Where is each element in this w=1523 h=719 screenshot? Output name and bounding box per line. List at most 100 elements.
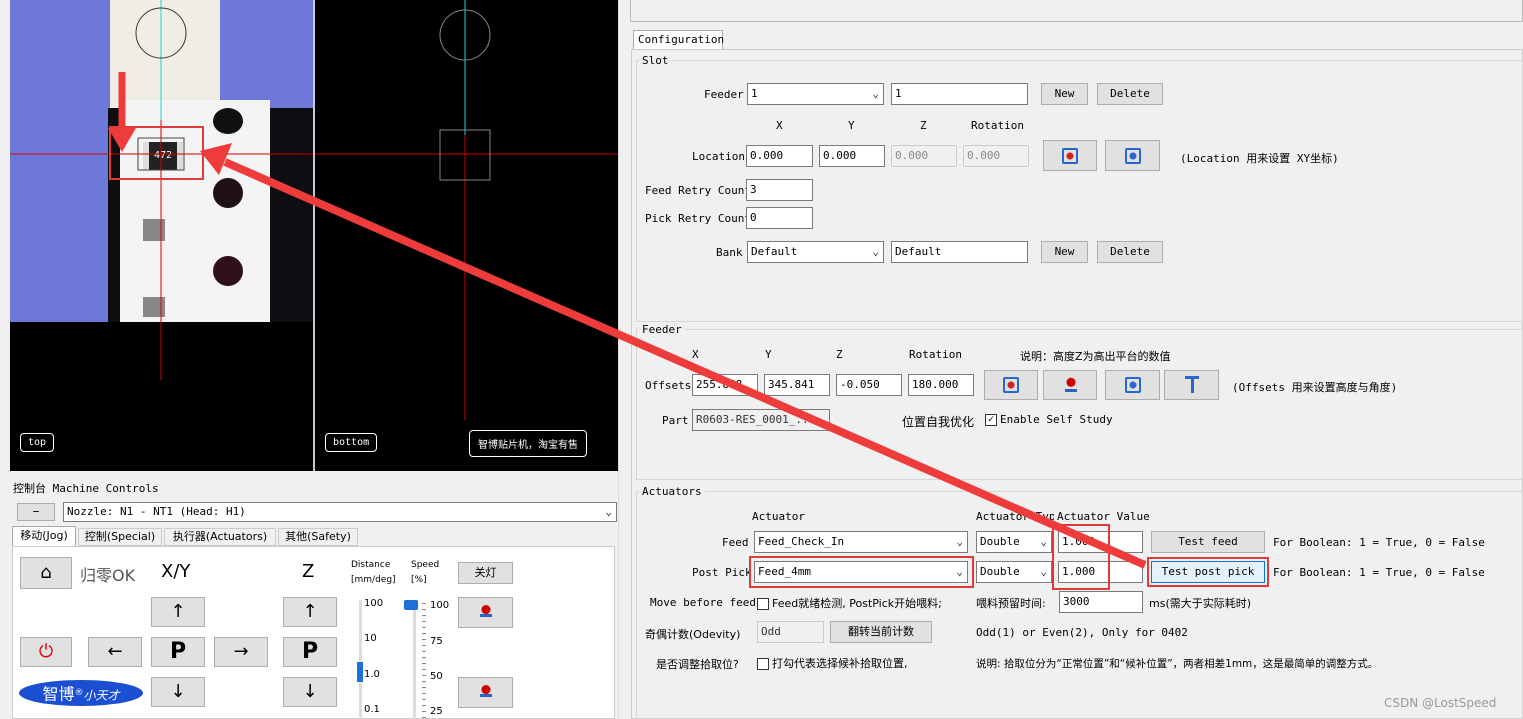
offsets-note: (Offsets 用来设置高度与角度) xyxy=(1232,381,1398,394)
jog-y-plus-button[interactable]: ↑ xyxy=(151,597,205,627)
bank-select[interactable]: Default ⌄ xyxy=(747,241,884,263)
power-button[interactable]: ⏻ xyxy=(20,637,72,667)
jog-z-plus-button[interactable]: ↑ xyxy=(283,597,337,627)
bank-label: Bank xyxy=(716,246,743,259)
speed-tick: 25 xyxy=(430,706,443,717)
tab-actuators[interactable]: 执行器(Actuators) xyxy=(164,528,276,546)
offset-x-input[interactable]: 255.868 xyxy=(692,374,758,396)
jog-y-minus-button[interactable]: ↓ xyxy=(151,677,205,707)
z-label: Z xyxy=(302,561,315,582)
bank-delete-button[interactable]: Delete xyxy=(1097,241,1163,263)
nozzle-select[interactable]: Nozzle: N1 - NT1 (Head: H1) ⌄ xyxy=(63,502,617,522)
camera-move-icon xyxy=(1125,377,1141,393)
camera-target-icon xyxy=(1062,148,1078,164)
tab-configuration[interactable]: Configuration xyxy=(633,30,724,50)
jog-z-minus-button[interactable]: ↓ xyxy=(283,677,337,707)
col-actuator-type: Actuator Type xyxy=(976,510,1054,523)
off-col-y: Y xyxy=(765,348,772,361)
self-opt-label: 位置自我优化 xyxy=(902,415,975,429)
feed-boolean-note: For Boolean: 1 = True, 0 = False xyxy=(1273,536,1485,549)
tab-special[interactable]: 控制(Special) xyxy=(78,528,162,546)
park-z-button[interactable]: P xyxy=(283,637,337,667)
jog-x-plus-button[interactable]: → xyxy=(214,637,268,667)
feeder-delete-button[interactable]: Delete xyxy=(1097,83,1163,105)
top-strip xyxy=(630,0,1523,22)
bank-new-button[interactable]: New xyxy=(1041,241,1088,263)
feed-type-value: Double xyxy=(980,535,1020,548)
machine-controls-title: 控制台 Machine Controls xyxy=(13,482,159,495)
top-camera-view[interactable]: 472 top xyxy=(10,0,313,471)
park-xy-button[interactable]: P xyxy=(151,637,205,667)
adjust-checkbox[interactable]: 打勾代表选择候补拾取位置, xyxy=(757,655,908,671)
actuators-title: Actuators xyxy=(639,485,705,498)
feeder-name-input[interactable]: 1 xyxy=(891,83,1028,105)
flip-count-button[interactable]: 翻转当前计数 xyxy=(830,621,932,643)
capture-offset-camera-button[interactable] xyxy=(984,370,1038,400)
location-note: (Location 用来设置 XY坐标) xyxy=(1180,152,1339,165)
distance-slider-thumb[interactable] xyxy=(357,662,363,682)
arrow-down-icon: ↓ xyxy=(302,681,318,702)
arrow-up-icon: ↑ xyxy=(170,601,186,622)
checkbox-unchecked-icon xyxy=(757,658,769,670)
location-x-input[interactable]: 0.000 xyxy=(746,145,813,167)
tab-safety[interactable]: 其他(Safety) xyxy=(278,528,358,546)
checkbox-unchecked-icon xyxy=(757,598,769,610)
speed-slider-thumb[interactable] xyxy=(404,600,418,610)
highlight-postpick-actuator xyxy=(749,556,974,588)
highlight-actuator-values xyxy=(1052,524,1110,590)
feeder-new-button[interactable]: New xyxy=(1041,83,1088,105)
tab-jog[interactable]: 移动(Jog) xyxy=(12,526,76,547)
home-button[interactable]: ⌂ xyxy=(20,557,72,589)
move-camera-location-button[interactable] xyxy=(1105,140,1160,171)
camera-move-icon xyxy=(1125,148,1141,164)
location-rotation-input[interactable]: 0.000 xyxy=(963,145,1029,167)
capture-offset-nozzle-button[interactable] xyxy=(1043,370,1097,400)
postpick-type-select[interactable]: Double ⌄ xyxy=(976,561,1052,583)
distance-label: Distance xyxy=(351,560,391,570)
home-icon: ⌂ xyxy=(40,562,52,583)
jog-x-minus-button[interactable]: ← xyxy=(88,637,142,667)
bank-name-input[interactable]: Default xyxy=(891,241,1028,263)
offset-rotation-input[interactable]: 180.000 xyxy=(908,374,974,396)
feed-actuator-select[interactable]: Feed_Check_In ⌄ xyxy=(754,531,968,553)
arrow-right-icon: → xyxy=(233,641,249,662)
feed-retry-label: Feed Retry Count xyxy=(645,184,751,197)
distance-slider[interactable] xyxy=(359,600,362,719)
highlight-box-component xyxy=(109,126,204,180)
offset-y-input[interactable]: 345.841 xyxy=(764,374,830,396)
parity-input[interactable]: Odd xyxy=(757,621,824,643)
bottom-camera-view[interactable]: bottom 智博贴片机，淘宝有售 xyxy=(315,0,618,471)
bottom-crosshair xyxy=(315,0,618,420)
feed-type-select[interactable]: Double ⌄ xyxy=(976,531,1052,553)
feeder-select[interactable]: 1 ⌄ xyxy=(747,83,884,105)
collapse-button[interactable]: − xyxy=(17,503,55,521)
pick-retry-input[interactable]: 0 xyxy=(746,207,813,229)
feed-retry-input[interactable]: 3 xyxy=(746,179,813,201)
nozzle-pick-button[interactable] xyxy=(458,677,513,708)
reserve-input[interactable]: 3000 xyxy=(1059,591,1143,613)
arrow-down-icon: ↓ xyxy=(170,681,186,702)
move-offset-nozzle-button[interactable] xyxy=(1164,370,1219,400)
nozzle-icon xyxy=(480,684,492,700)
top-crosshair xyxy=(10,0,313,380)
move-offset-camera-button[interactable] xyxy=(1105,370,1160,400)
location-z-input[interactable]: 0.000 xyxy=(891,145,957,167)
light-off-button[interactable]: 关灯 xyxy=(458,562,513,584)
part-select[interactable]: R0603-RES_0001_... xyxy=(692,409,830,431)
speed-slider[interactable] xyxy=(413,603,416,719)
distance-unit: [mm/deg] xyxy=(351,575,396,585)
test-feed-button[interactable]: Test feed xyxy=(1151,531,1265,553)
nozzle-camera-button[interactable] xyxy=(458,597,513,628)
nozzle-move-icon xyxy=(1185,376,1199,394)
feeder-note: 说明：高度Z为高出平台的数值 xyxy=(1020,350,1171,363)
distance-tick: 100 xyxy=(364,598,384,609)
location-label: Location xyxy=(692,150,745,163)
chevron-down-icon: ⌄ xyxy=(872,245,879,258)
top-camera-label: top xyxy=(20,433,55,452)
offset-z-input[interactable]: -0.050 xyxy=(836,374,902,396)
feed-check-checkbox[interactable]: Feed就绪检测, PostPick开始喂料; xyxy=(757,595,942,611)
capture-camera-location-button[interactable] xyxy=(1043,140,1097,171)
location-y-input[interactable]: 0.000 xyxy=(819,145,885,167)
brand-logo: 智博®小天才 xyxy=(19,680,143,706)
enable-self-study-checkbox[interactable]: ✓ Enable Self Study xyxy=(985,413,1113,426)
